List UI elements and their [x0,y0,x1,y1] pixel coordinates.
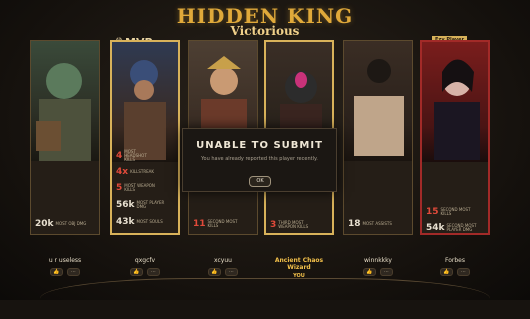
hero-portrait [31,41,99,161]
player-card-5[interactable]: 18 MOST ASSISTS [343,40,413,235]
hero-art [354,59,404,156]
reaction-buttons: 👍 ⋯ [188,268,258,276]
more-button[interactable]: ⋯ [147,268,160,276]
error-dialog: Unable to submit You have already report… [182,128,337,192]
more-button[interactable]: ⋯ [457,268,470,276]
player-name: winnkkky [364,257,392,264]
thumbs-up-button[interactable]: 👍 [130,268,143,276]
more-button[interactable]: ⋯ [225,268,238,276]
dialog-title: Unable to submit [196,140,323,151]
player-card-1[interactable]: 20k MOST OBJ DMG [30,40,100,235]
decorative-arc [40,278,490,319]
thumbs-up-button[interactable]: 👍 [440,268,453,276]
hero-portrait [422,42,488,162]
dialog-message: You have already reported this player re… [201,156,318,162]
hero-art [124,60,166,160]
ok-button[interactable]: OK [249,176,271,187]
more-button[interactable]: ⋯ [67,268,80,276]
reaction-buttons: 👍 ⋯ [343,268,413,276]
thumbs-up-button[interactable]: 👍 [208,268,221,276]
hero-portrait [344,41,412,161]
hero-art [36,63,91,161]
player-name: Forbes [444,257,465,264]
player-name: u r useless [48,257,82,264]
hero-art [434,59,480,160]
hero-portrait [112,42,178,162]
player-name: Ancient Chaos Wizard [274,257,324,271]
player-name: qxgcfv [134,257,156,264]
thumbs-up-button[interactable]: 👍 [363,268,376,276]
player-name: xcyuu [214,257,232,264]
player-card-2[interactable]: 4 MOST HEADSHOT KILLS 4x KILLSTREAK 5 MOST … [110,40,180,235]
reaction-buttons: 👍 ⋯ [30,268,100,276]
player-card-6[interactable]: 15 SECOND MOST KILLS 54k SECOND MOST PLAYE… [420,40,490,235]
more-button[interactable]: ⋯ [380,268,393,276]
reaction-buttons: 👍 ⋯ [110,268,180,276]
thumbs-up-button[interactable]: 👍 [50,268,63,276]
stat-row: 20k MOST OBJ DMG [35,219,87,229]
reaction-buttons: 👍 ⋯ [420,268,490,276]
